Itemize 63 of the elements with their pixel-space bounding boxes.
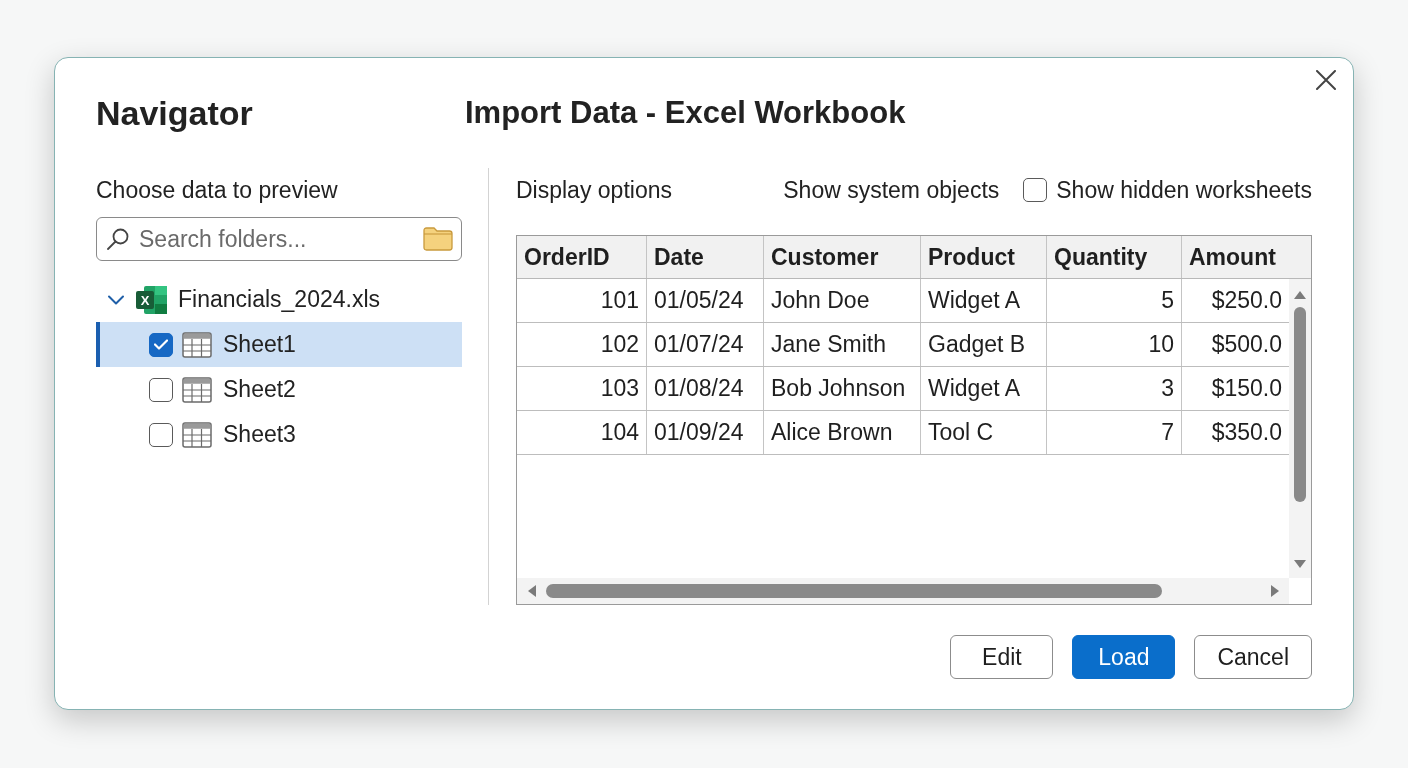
column-header: Customer [764,236,921,278]
dialog-title: Navigator [96,93,254,133]
secondary-button[interactable]: Cancel [1194,635,1312,679]
table-cell: 104 [517,411,647,454]
option-text: Show system objects [783,176,1000,204]
table-cell: Alice Brown [764,411,921,454]
horizontal-scrollbar[interactable] [517,578,1289,604]
table-cell: 10 [1047,323,1182,366]
table-cell: Tool C [921,411,1047,454]
table-icon [182,421,212,448]
table-cell-text: $350.0 [1210,418,1283,447]
tree-item[interactable]: X Financials_2024.xls [96,277,462,322]
table-icon [182,331,212,358]
tree-item[interactable]: Sheet3 [96,412,462,457]
table-cell: 01/08/24 [647,367,764,410]
search-icon [107,228,129,250]
primary-button[interactable]: Load [1072,635,1176,679]
table-cell: 01/07/24 [647,323,764,366]
checkbox[interactable] [1023,178,1048,202]
section-heading: Choose data to preview [96,176,339,204]
table-cell: 102 [517,323,647,366]
scroll-up-arrow-icon[interactable] [1294,289,1306,301]
table-icon [182,376,212,403]
scrollbar-thumb[interactable] [1294,307,1306,502]
table-cell: Widget A [921,367,1047,410]
scroll-down-arrow-icon[interactable] [1294,558,1306,570]
folder-icon[interactable] [423,227,453,251]
close-icon [1316,70,1336,90]
table-cell: 3 [1047,367,1182,410]
table-cell: Widget A [921,279,1047,322]
table-cell: Bob Johnson [764,367,921,410]
table-cell: Gadget B [921,323,1047,366]
checkmark-icon [154,339,168,350]
table-cell: 01/05/24 [647,279,764,322]
table-cell-text: $250.0 [1210,286,1283,315]
display-options-label: Display options [516,176,672,204]
table-cell-text: $500.0 [1210,330,1283,359]
secondary-button[interactable]: Edit [950,635,1054,679]
checkbox[interactable] [149,422,173,447]
scroll-right-arrow-icon[interactable] [1269,585,1281,597]
table-cell: 5 [1047,279,1182,322]
table-cell: Jane Smith [764,323,921,366]
column-header: Amount [1188,242,1277,272]
scrollbar-thumb[interactable] [546,584,1162,598]
table-cell: 7 [1047,411,1182,454]
checkbox[interactable] [149,332,173,357]
column-header: OrderID [517,236,647,278]
column-header: Product [921,236,1047,278]
tree-item[interactable]: Sheet1 [96,322,462,367]
table-cell: John Doe [764,279,921,322]
scroll-left-arrow-icon[interactable] [526,585,538,597]
column-header: Quantity [1047,236,1182,278]
table-cell: 101 [517,279,647,322]
dialog-subtitle: Import Data - Excel Workbook [465,94,907,132]
checkbox[interactable] [149,377,173,402]
table-cell: 103 [517,367,647,410]
search-field[interactable]: Search folders... [96,217,462,261]
column-header: Date [647,236,764,278]
tree-item[interactable]: Sheet2 [96,367,462,412]
checkbox-label: Show hidden worksheets [1056,176,1312,204]
vertical-scrollbar[interactable] [1289,279,1311,578]
table-cell: 01/09/24 [647,411,764,454]
table-cell-text: $150.0 [1210,374,1283,403]
